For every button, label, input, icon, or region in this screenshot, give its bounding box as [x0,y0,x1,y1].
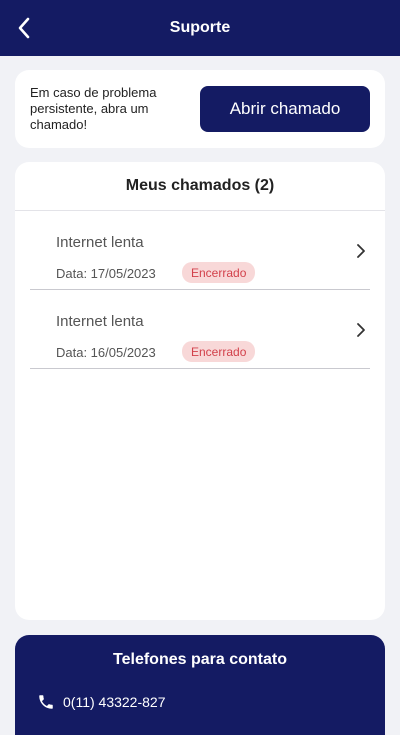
tickets-title: Meus chamados (2) [15,162,385,211]
ticket-title: Internet lenta [56,234,144,251]
app-header: Suporte [0,0,400,56]
chevron-right-icon [357,323,365,337]
tickets-card: Meus chamados (2) Internet lenta Data: 1… [15,162,385,620]
back-button[interactable] [10,14,38,42]
contact-title: Telefones para contato [113,651,287,668]
chevron-right-icon [357,244,365,258]
ticket-date: Data: 17/05/2023 [56,266,156,281]
back-arrow-icon [18,17,30,39]
ticket-item[interactable]: Internet lenta Data: 17/05/2023 Encerrad… [30,212,370,290]
phone-icon [39,695,53,709]
contact-card: Telefones para contato 0(11) 43322-827 [15,635,385,735]
phone-link[interactable]: 0(11) 43322-827 [37,693,165,711]
open-ticket-card: Em caso de problema persistente, abra um… [15,70,385,148]
status-badge: Encerrado [182,341,256,362]
ticket-date: Data: 16/05/2023 [56,345,156,360]
ticket-title: Internet lenta [56,313,144,330]
status-badge: Encerrado [182,262,256,283]
intro-message: Em caso de problema persistente, abra um… [30,85,157,132]
open-ticket-button[interactable]: Abrir chamado [200,86,370,132]
page-title: Suporte [169,19,231,36]
phone-number: 0(11) 43322-827 [63,694,166,710]
ticket-item[interactable]: Internet lenta Data: 16/05/2023 Encerrad… [30,291,370,369]
